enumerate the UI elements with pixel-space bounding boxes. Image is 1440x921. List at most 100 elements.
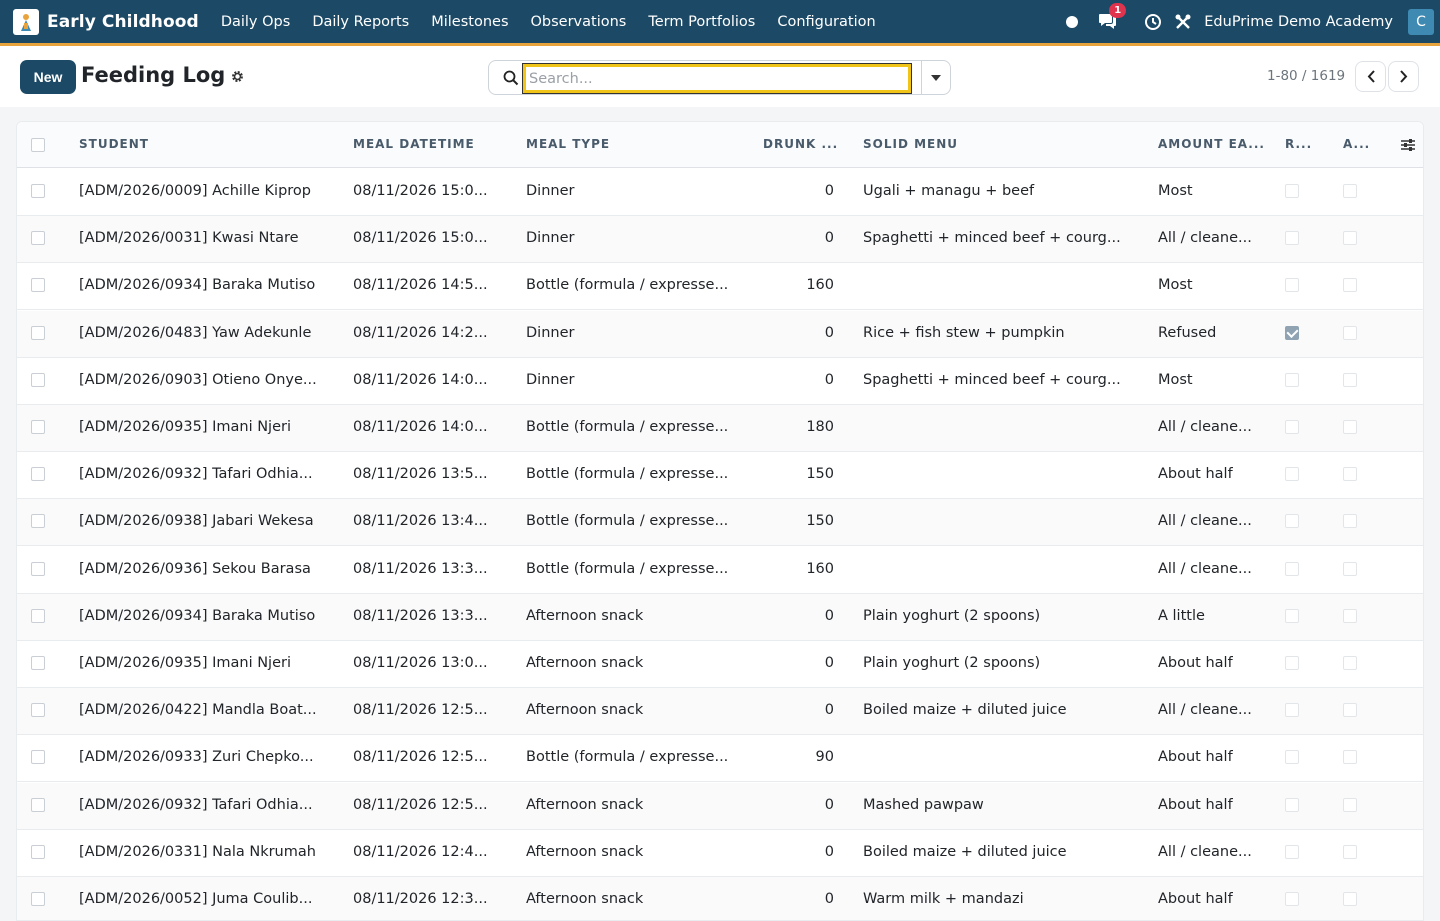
pager-previous-button[interactable]: [1355, 61, 1386, 92]
chevron-right-icon: [1399, 70, 1407, 83]
column-header-solid-menu[interactable]: SOLID MENU: [863, 137, 958, 151]
cell-a-checkbox: [1343, 892, 1357, 906]
cell-meal-type: Dinner: [526, 230, 575, 247]
cell-amount-eaten: All / cleane...: [1158, 513, 1252, 530]
column-header-r[interactable]: R...: [1285, 137, 1312, 151]
cell-meal-type: Bottle (formula / expresse...: [526, 513, 729, 530]
cell-r-checkbox: [1285, 703, 1299, 718]
cell-meal-datetime: 08/11/2026 13:0...: [353, 655, 488, 671]
row-select-checkbox[interactable]: [31, 514, 45, 529]
top-navbar: Early Childhood Daily Ops Daily Reports …: [0, 0, 1440, 46]
table-row[interactable]: [ADM/2026/0009] Achille Kiprop 08/11/2026…: [17, 169, 1423, 216]
table-row[interactable]: [ADM/2026/0331] Nala Nkrumah 08/11/2026 1…: [17, 830, 1423, 877]
app-name[interactable]: Early Childhood: [47, 12, 199, 32]
search-input[interactable]: [522, 63, 912, 94]
user-avatar[interactable]: C: [1408, 9, 1434, 35]
gear-icon[interactable]: [231, 70, 244, 83]
menu-term-portfolios[interactable]: Term Portfolios: [637, 14, 766, 30]
cell-drunk: 90: [815, 749, 834, 766]
row-select-checkbox[interactable]: [31, 467, 45, 482]
table-row[interactable]: [ADM/2026/0934] Baraka Mutiso 08/11/2026 …: [17, 593, 1423, 641]
table-row[interactable]: [ADM/2026/0483] Yaw Adekunle 08/11/2026 1…: [17, 310, 1423, 358]
row-select-checkbox[interactable]: [31, 608, 45, 623]
menu-milestones[interactable]: Milestones: [420, 14, 519, 30]
cell-meal-datetime: 08/11/2026 14:0...: [353, 419, 488, 435]
caret-down-icon: [931, 74, 941, 81]
chat-icon[interactable]: 1: [1098, 3, 1127, 32]
cell-r-checkbox: [1285, 514, 1299, 529]
table-row[interactable]: [ADM/2026/0052] Juma Coulib... 08/11/2026…: [17, 877, 1423, 920]
search-options-toggle[interactable]: [921, 60, 951, 95]
table-row[interactable]: [ADM/2026/0935] Imani Njeri 08/11/2026 13…: [17, 641, 1423, 688]
app-logo-icon[interactable]: [13, 8, 39, 35]
row-select-checkbox[interactable]: [31, 750, 45, 765]
menu-observations[interactable]: Observations: [520, 14, 638, 30]
table-row[interactable]: [ADM/2026/0932] Tafari Odhia... 08/11/202…: [17, 782, 1423, 830]
table-row[interactable]: [ADM/2026/0936] Sekou Barasa 08/11/2026 1…: [17, 547, 1423, 594]
cell-student: [ADM/2026/0903] Otieno Onye...: [79, 371, 317, 388]
cell-student: [ADM/2026/0422] Mandla Boat...: [79, 702, 317, 719]
search-bar: [488, 60, 922, 95]
table-row[interactable]: [ADM/2026/0903] Otieno Onye... 08/11/2026…: [17, 358, 1423, 405]
cell-r-checkbox: [1285, 656, 1299, 670]
menu-daily-ops[interactable]: Daily Ops: [210, 14, 301, 30]
column-header-a[interactable]: A...: [1343, 137, 1370, 151]
cell-amount-eaten: About half: [1158, 796, 1233, 813]
cell-solid-menu: Ugali + managu + beef: [863, 183, 1035, 199]
row-select-checkbox[interactable]: [31, 656, 45, 670]
column-header-meal-type[interactable]: MEAL TYPE: [526, 137, 610, 151]
cell-r-checkbox: [1285, 797, 1299, 812]
cell-a-checkbox: [1343, 608, 1357, 623]
table-row[interactable]: [ADM/2026/0031] Kwasi Ntare 08/11/2026 15…: [17, 216, 1423, 264]
cell-student: [ADM/2026/0932] Tafari Odhia...: [79, 796, 313, 813]
cell-drunk: 0: [824, 702, 834, 719]
cell-solid-menu: Spaghetti + minced beef + courg...: [863, 371, 1121, 388]
select-all-checkbox[interactable]: [31, 138, 45, 152]
cell-solid-menu: Mashed pawpaw: [863, 796, 984, 813]
row-select-checkbox[interactable]: [31, 844, 45, 859]
row-select-checkbox[interactable]: [31, 325, 45, 340]
row-select-checkbox[interactable]: [31, 703, 45, 718]
cell-student: [ADM/2026/0935] Imani Njeri: [79, 655, 291, 671]
activity-clock-icon[interactable]: [1144, 13, 1162, 31]
table-row[interactable]: [ADM/2026/0938] Jabari Wekesa 08/11/2026 …: [17, 499, 1423, 547]
cell-r-checkbox: [1285, 231, 1299, 246]
row-select-checkbox[interactable]: [31, 372, 45, 387]
table-row[interactable]: [ADM/2026/0935] Imani Njeri 08/11/2026 14…: [17, 405, 1423, 452]
row-select-checkbox[interactable]: [31, 420, 45, 434]
column-header-meal-datetime[interactable]: MEAL DATETIME: [353, 137, 475, 151]
cell-student: [ADM/2026/0934] Baraka Mutiso: [79, 277, 316, 294]
column-header-amount-eaten[interactable]: AMOUNT EA...: [1158, 137, 1265, 151]
table-row[interactable]: [ADM/2026/0932] Tafari Odhia... 08/11/202…: [17, 452, 1423, 500]
table-row[interactable]: [ADM/2026/0933] Zuri Chepko... 08/11/2026…: [17, 735, 1423, 783]
column-header-drunk[interactable]: DRUNK ...: [763, 137, 838, 151]
row-select-checkbox[interactable]: [31, 892, 45, 906]
menu-daily-reports[interactable]: Daily Reports: [301, 14, 420, 30]
cell-drunk: 0: [824, 607, 834, 624]
row-select-checkbox[interactable]: [31, 231, 45, 246]
cell-amount-eaten: All / cleane...: [1158, 419, 1252, 435]
table-row[interactable]: [ADM/2026/0422] Mandla Boat... 08/11/2026…: [17, 688, 1423, 736]
row-select-checkbox[interactable]: [31, 278, 45, 293]
cell-r-checkbox: [1285, 325, 1299, 340]
company-switcher[interactable]: EduPrime Demo Academy: [1204, 14, 1393, 30]
cell-a-checkbox: [1343, 844, 1357, 859]
page-title: Feeding Log: [81, 63, 226, 87]
row-select-checkbox[interactable]: [31, 184, 45, 198]
column-header-student[interactable]: STUDENT: [79, 137, 149, 151]
cell-meal-type: Afternoon snack: [526, 796, 644, 813]
pager-value[interactable]: 1-80 / 1619: [1267, 68, 1345, 84]
row-select-checkbox[interactable]: [31, 561, 45, 576]
cell-student: [ADM/2026/0938] Jabari Wekesa: [79, 513, 314, 530]
new-button[interactable]: New: [20, 60, 76, 94]
pager-next-button[interactable]: [1388, 61, 1419, 92]
cell-r-checkbox: [1285, 420, 1299, 434]
table-row[interactable]: [ADM/2026/0934] Baraka Mutiso 08/11/2026 …: [17, 263, 1423, 311]
cell-amount-eaten: All / cleane...: [1158, 843, 1252, 860]
menu-configuration[interactable]: Configuration: [766, 14, 886, 30]
status-dot-icon[interactable]: [1066, 16, 1079, 28]
column-settings-icon[interactable]: [1400, 137, 1416, 153]
cell-amount-eaten: Most: [1158, 183, 1193, 199]
tools-icon[interactable]: [1174, 13, 1192, 31]
row-select-checkbox[interactable]: [31, 797, 45, 812]
